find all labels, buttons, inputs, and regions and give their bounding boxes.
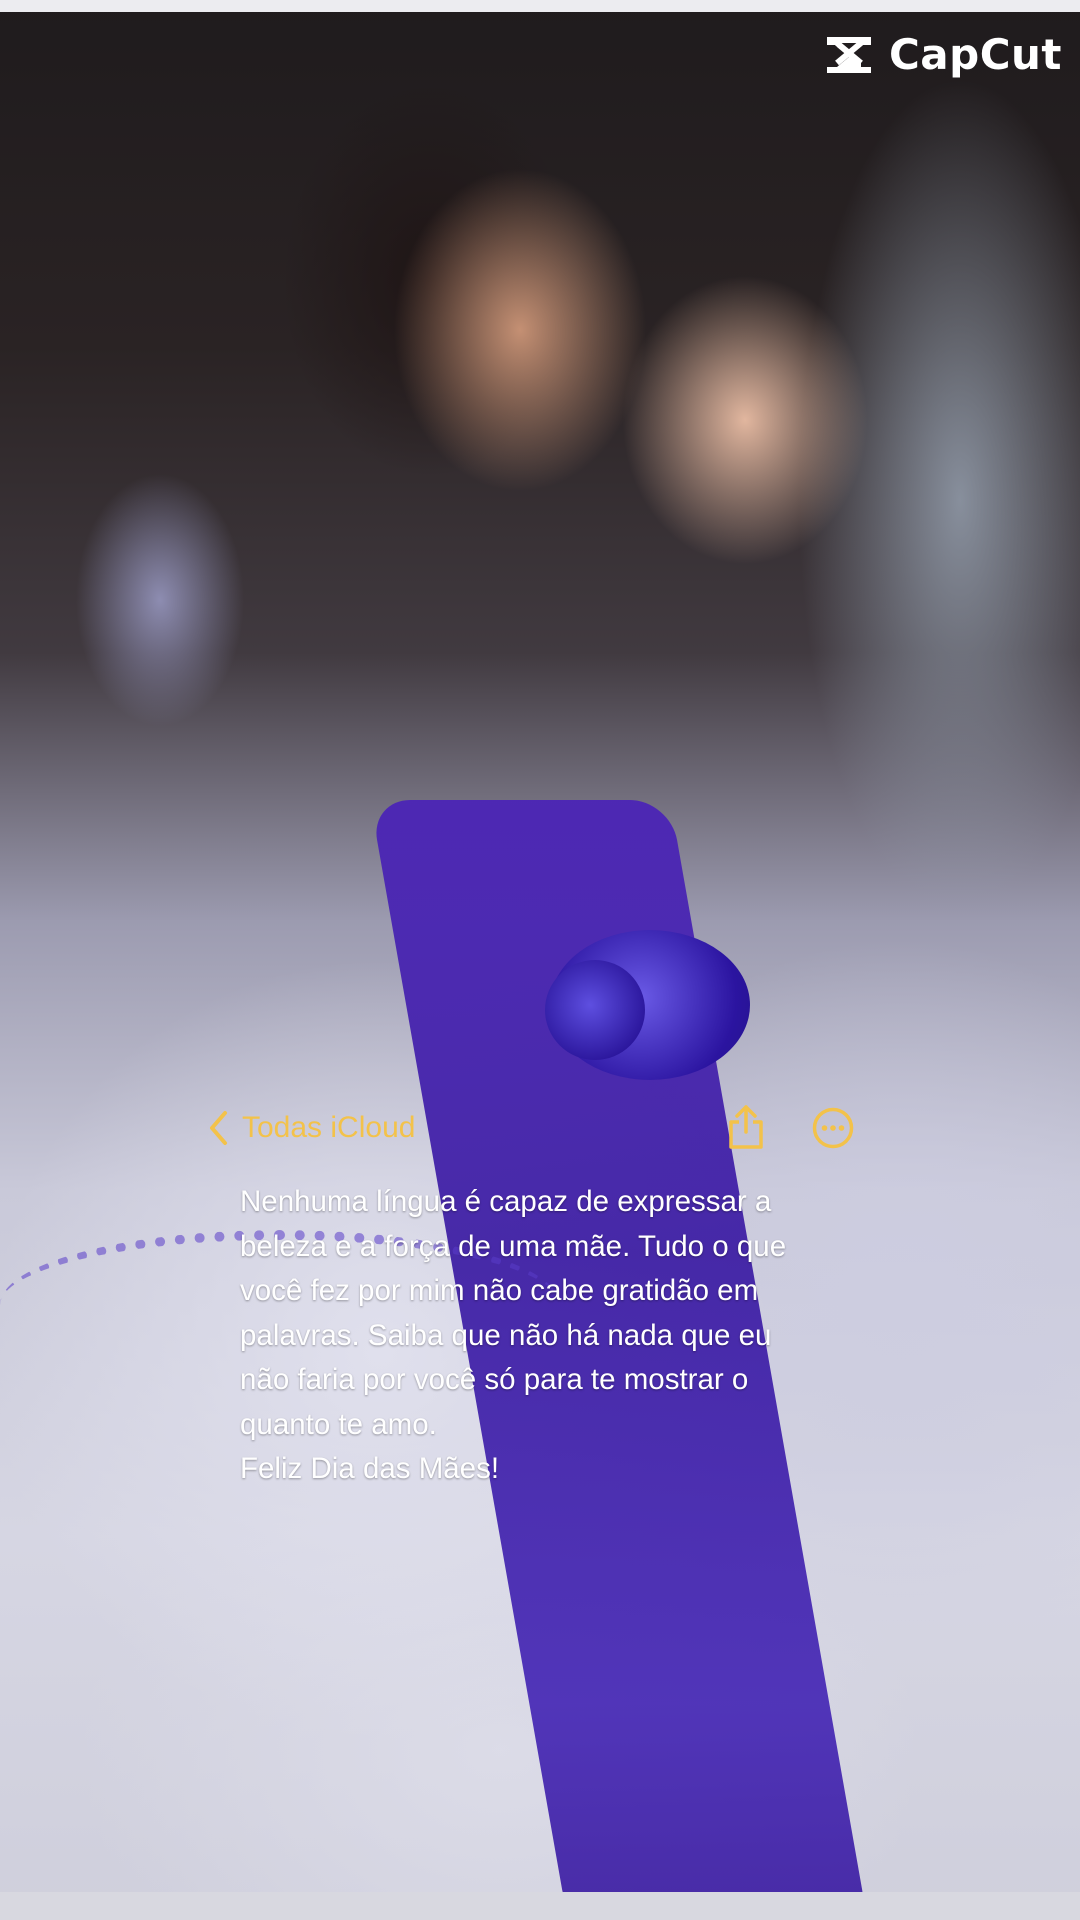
note-line: Feliz Dia das Mães! [240,1452,500,1485]
note-line: você fez por mim não cabe gratidão em [240,1274,759,1307]
note-line: beleza e a força de uma mãe. Tudo o que [240,1229,787,1263]
back-button[interactable]: Todas iCloud [208,1108,415,1148]
share-button[interactable] [726,1104,766,1150]
notes-toolbar: Todas iCloud [208,1105,858,1149]
ellipsis-circle-icon [812,1107,854,1149]
more-button[interactable] [812,1107,854,1149]
note-line: quanto te amo. [240,1407,437,1441]
note-text[interactable]: Nenhuma língua é capaz de expressar a be… [240,1180,860,1492]
chevron-left-icon [210,1111,227,1145]
fabric-rose-inner [545,960,645,1060]
capcut-brand-text: CapCut [888,30,1062,79]
note-line: Nenhuma língua é capaz de expressar a [240,1185,772,1218]
background-photo [0,0,1080,1920]
note-line: palavras. Saiba que não há nada que eu [240,1318,772,1352]
capcut-watermark: CapCut [821,30,1062,79]
note-line: não faria por você só para te mostrar o [240,1363,749,1396]
photo-border-bottom [0,1892,1080,1920]
capcut-logo-icon [826,36,871,73]
photo-border-top [0,0,1080,12]
back-button-label: Todas iCloud [242,1111,416,1144]
share-icon [729,1105,763,1149]
screen: CapCut Todas iCloud Nenhuma língua é cap… [0,0,1080,1920]
